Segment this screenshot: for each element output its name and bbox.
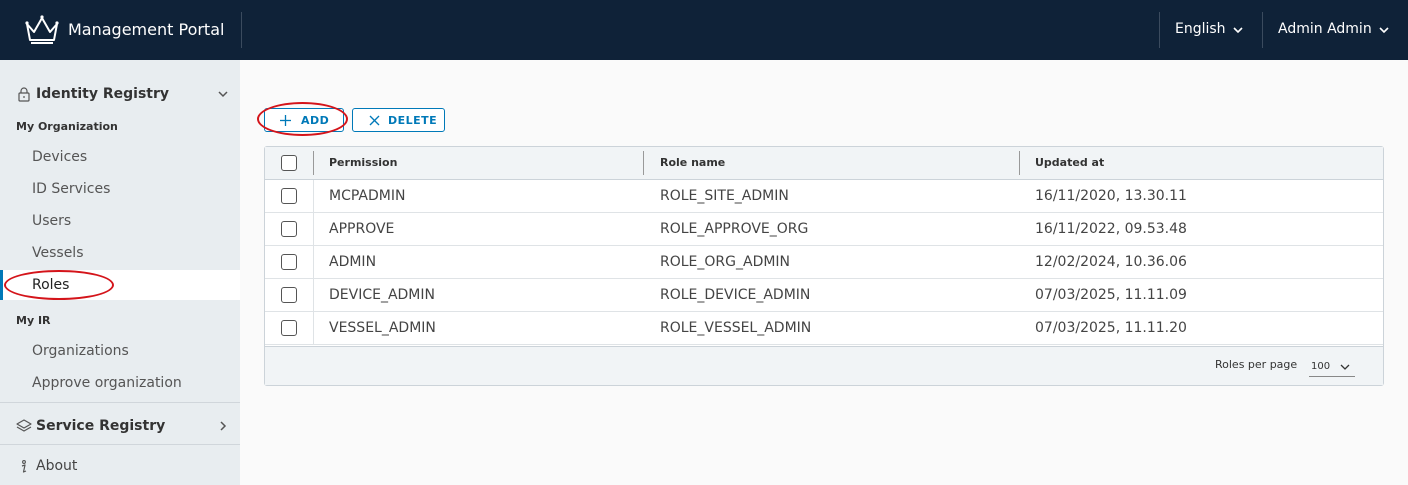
page-size-select[interactable]: 100 <box>1309 355 1355 377</box>
sidebar-item-users[interactable]: Users <box>0 206 240 236</box>
sidebar-item-id-services[interactable]: ID Services <box>0 174 240 204</box>
sidebar-item-label: Organizations <box>32 343 129 359</box>
info-icon <box>21 460 27 473</box>
table-footer: Roles per page 100 <box>265 346 1383 385</box>
permission-cell: MCPADMIN <box>329 188 406 204</box>
chevron-right-icon[interactable] <box>217 420 229 432</box>
sidebar-divider <box>0 402 240 403</box>
sidebar-item-vessels[interactable]: Vessels <box>0 238 240 268</box>
table-row[interactable]: DEVICE_ADMIN ROLE_DEVICE_ADMIN 07/03/202… <box>265 279 1383 312</box>
crown-logo-icon[interactable] <box>24 14 60 46</box>
delete-button[interactable]: DELETE <box>352 108 445 132</box>
table-row[interactable]: ADMIN ROLE_ORG_ADMIN 12/02/2024, 10.36.0… <box>265 246 1383 279</box>
updated-at-cell: 12/02/2024, 10.36.06 <box>1035 254 1187 270</box>
page-size-value: 100 <box>1311 361 1331 372</box>
about-label: About <box>36 458 78 474</box>
updated-at-cell: 07/03/2025, 11.11.09 <box>1035 287 1187 303</box>
cell-divider <box>313 312 314 345</box>
chevron-down-icon[interactable] <box>1232 24 1244 36</box>
sidebar-item-organizations[interactable]: Organizations <box>0 336 240 366</box>
sidebar-divider <box>0 444 240 445</box>
roles-per-page-label: Roles per page <box>1215 358 1298 371</box>
highlight-annotation <box>257 102 348 136</box>
top-header: Management Portal English Admin Admin <box>0 0 1408 60</box>
updated-at-cell: 16/11/2020, 13.30.11 <box>1035 188 1187 204</box>
delete-button-label: DELETE <box>388 114 438 127</box>
role-name-cell: ROLE_ORG_ADMIN <box>660 254 791 270</box>
updated-at-cell: 07/03/2025, 11.11.20 <box>1035 320 1187 336</box>
service-registry-section[interactable]: Service Registry <box>0 411 240 441</box>
user-menu-dropdown[interactable]: Admin Admin <box>1278 21 1372 37</box>
app-title[interactable]: Management Portal <box>68 20 224 39</box>
row-checkbox[interactable] <box>281 320 297 336</box>
chevron-down-icon[interactable] <box>217 88 229 100</box>
my-ir-heading: My IR <box>16 314 51 327</box>
table-header: Permission Role name Updated at <box>265 147 1383 180</box>
column-header-role-name[interactable]: Role name <box>660 156 725 169</box>
about-section[interactable]: About <box>0 451 240 481</box>
permission-cell: ADMIN <box>329 254 377 270</box>
identity-registry-section[interactable]: Identity Registry <box>0 79 240 109</box>
role-name-cell: ROLE_SITE_ADMIN <box>660 188 789 204</box>
cell-divider <box>313 279 314 312</box>
permission-cell: VESSEL_ADMIN <box>329 320 436 336</box>
updated-at-cell: 16/11/2022, 09.53.48 <box>1035 221 1187 237</box>
sidebar-item-label: ID Services <box>32 181 111 197</box>
select-all-checkbox[interactable] <box>281 155 297 171</box>
chevron-down-icon <box>1340 364 1350 370</box>
sidebar-item-label: Users <box>32 213 72 229</box>
column-separator[interactable] <box>643 151 644 175</box>
row-checkbox[interactable] <box>281 287 297 303</box>
language-dropdown[interactable]: English <box>1175 21 1226 37</box>
table-row[interactable]: MCPADMIN ROLE_SITE_ADMIN 16/11/2020, 13.… <box>265 180 1383 213</box>
header-divider <box>241 12 242 48</box>
role-name-cell: ROLE_APPROVE_ORG <box>660 221 809 237</box>
sidebar-item-devices[interactable]: Devices <box>0 142 240 172</box>
role-name-cell: ROLE_DEVICE_ADMIN <box>660 287 811 303</box>
roles-datagrid: Permission Role name Updated at MCPADMIN… <box>264 146 1384 386</box>
header-divider <box>1262 12 1263 48</box>
column-header-updated-at[interactable]: Updated at <box>1035 156 1104 169</box>
row-checkbox[interactable] <box>281 254 297 270</box>
table-row[interactable]: VESSEL_ADMIN ROLE_VESSEL_ADMIN 07/03/202… <box>265 312 1383 345</box>
my-organization-heading: My Organization <box>16 120 118 133</box>
lock-icon <box>18 87 30 102</box>
highlight-annotation <box>4 270 114 300</box>
column-header-permission[interactable]: Permission <box>329 156 397 169</box>
close-icon <box>369 115 380 126</box>
cell-divider <box>313 180 314 213</box>
column-separator[interactable] <box>1019 151 1020 175</box>
layers-icon <box>16 419 32 432</box>
row-checkbox[interactable] <box>281 221 297 237</box>
chevron-down-icon[interactable] <box>1378 24 1390 36</box>
permission-cell: DEVICE_ADMIN <box>329 287 435 303</box>
row-checkbox[interactable] <box>281 188 297 204</box>
sidebar-item-approve-organization[interactable]: Approve organization <box>0 368 240 398</box>
sidebar-item-label: Vessels <box>32 245 84 261</box>
sidebar-item-label: Devices <box>32 149 88 165</box>
permission-cell: APPROVE <box>329 221 395 237</box>
role-name-cell: ROLE_VESSEL_ADMIN <box>660 320 812 336</box>
cell-divider <box>313 246 314 279</box>
cell-divider <box>313 213 314 246</box>
table-row[interactable]: APPROVE ROLE_APPROVE_ORG 16/11/2022, 09.… <box>265 213 1383 246</box>
header-divider <box>1159 12 1160 48</box>
sidebar-item-label: Approve organization <box>32 375 182 391</box>
service-registry-label: Service Registry <box>36 418 166 434</box>
identity-registry-label: Identity Registry <box>36 86 170 102</box>
column-separator[interactable] <box>313 151 314 175</box>
